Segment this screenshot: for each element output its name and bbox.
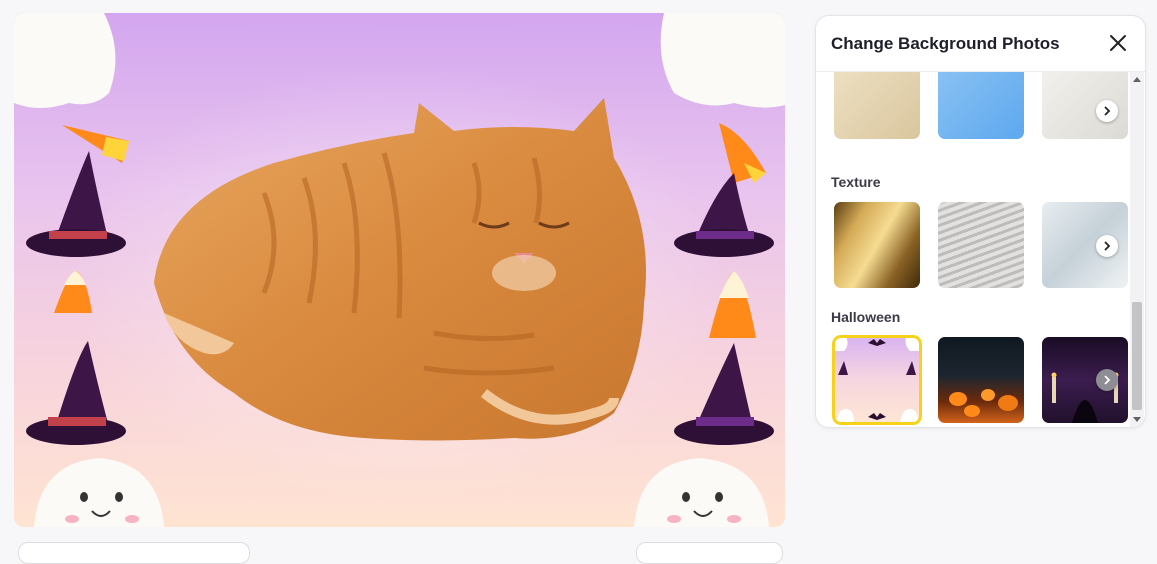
panel-header: Change Background Photos (816, 16, 1145, 72)
thumbnail-beige-paper[interactable] (834, 72, 920, 139)
background-gallery[interactable]: Texture Halloween (816, 72, 1128, 427)
thumbnail-blue-paper[interactable] (938, 72, 1024, 139)
chevron-right-icon (1104, 106, 1111, 116)
scroll-down-arrow-icon[interactable] (1133, 417, 1141, 422)
section-title-halloween: Halloween (831, 309, 901, 325)
thumbnail-gold-foil[interactable] (834, 202, 920, 288)
next-arrow-button[interactable] (1096, 369, 1118, 391)
chevron-right-icon (1104, 241, 1111, 251)
thumbnail-gray-waves[interactable] (938, 202, 1024, 288)
panel-title: Change Background Photos (831, 34, 1060, 53)
close-icon[interactable] (1107, 32, 1129, 54)
pumpkin-preview (949, 389, 1018, 417)
bottom-left-button[interactable] (18, 542, 250, 564)
thumbnail-cute-halloween-frame[interactable] (832, 335, 922, 425)
next-arrow-button[interactable] (1096, 100, 1118, 122)
thumbnail-pumpkin-field[interactable] (938, 337, 1024, 423)
section-title-texture: Texture (831, 174, 881, 190)
bottom-right-button[interactable] (636, 542, 783, 564)
change-background-panel: Change Background Photos Texture Hallowe… (815, 15, 1146, 428)
next-arrow-button[interactable] (1096, 235, 1118, 257)
halloween-frame-preview (834, 337, 920, 423)
chevron-right-icon (1104, 375, 1111, 385)
scrollbar-thumb[interactable] (1132, 302, 1142, 410)
photo-canvas[interactable] (14, 13, 785, 527)
panel-scrollbar[interactable] (1130, 72, 1144, 427)
scroll-up-arrow-icon[interactable] (1133, 77, 1141, 82)
halloween-background-image (14, 13, 785, 527)
